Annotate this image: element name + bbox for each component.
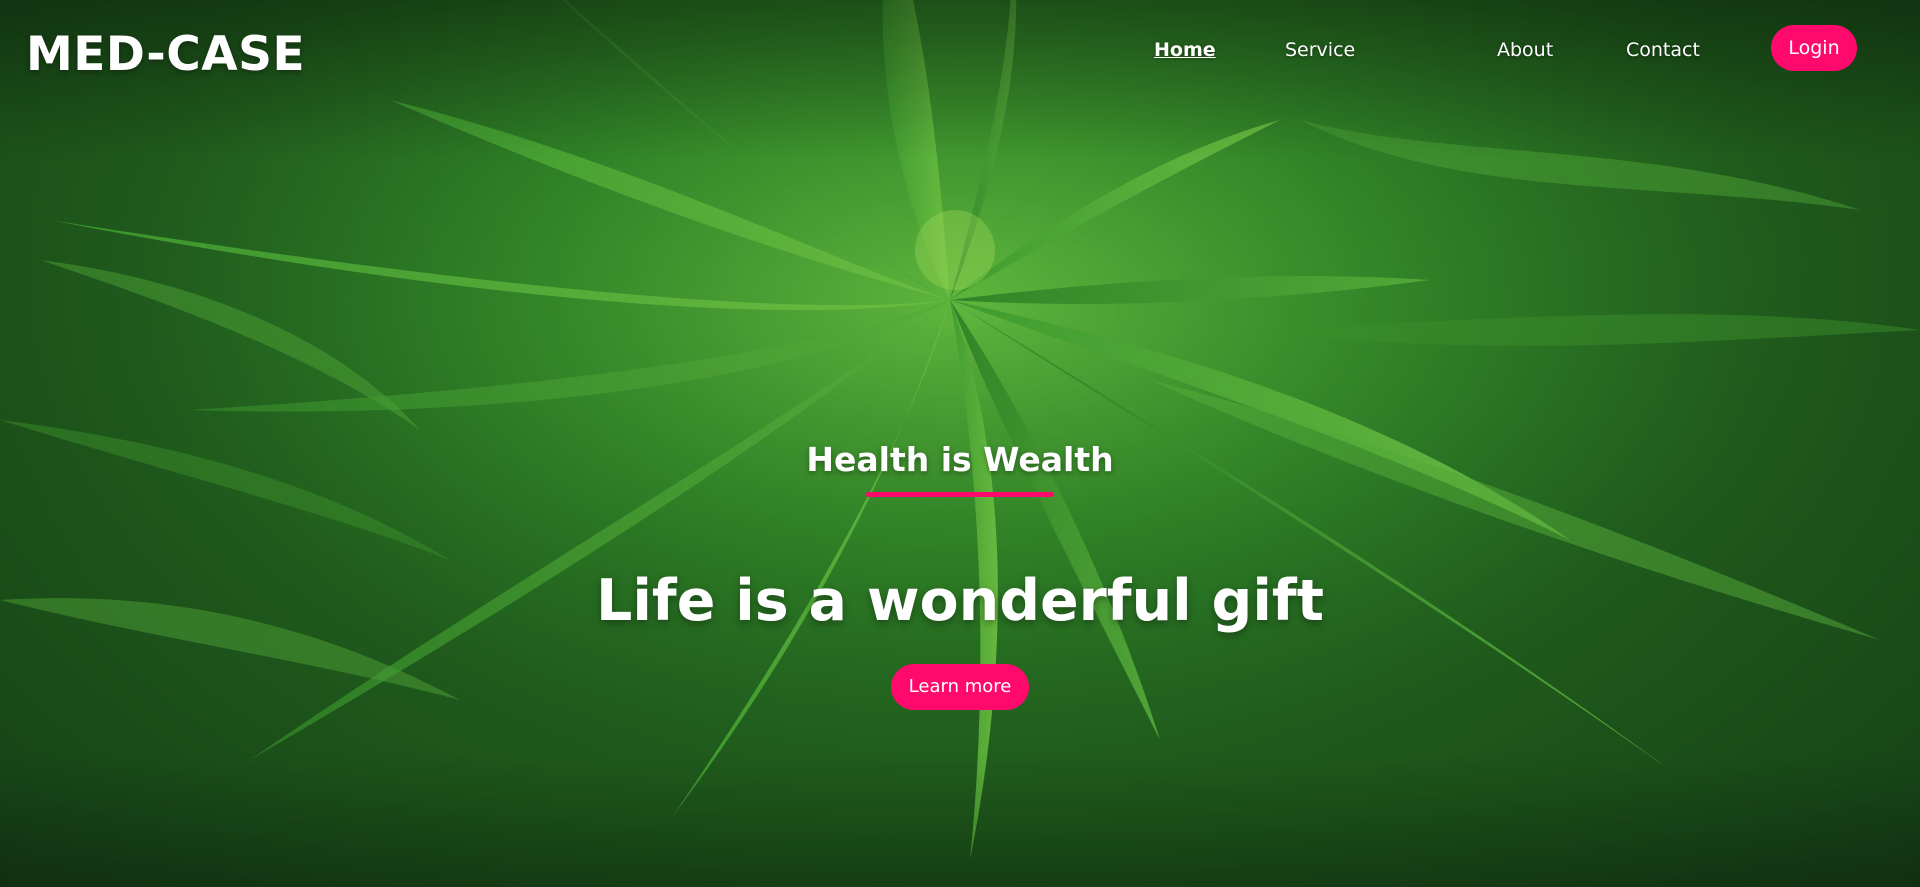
tagline-underline-divider: [866, 492, 1054, 497]
hero-headline: Life is a wonderful gift: [596, 568, 1324, 634]
nav-link-service[interactable]: Service: [1285, 38, 1355, 62]
learn-more-button[interactable]: Learn more: [891, 664, 1029, 710]
top-navbar: MED-CASE Home Service About Contact Logi…: [0, 0, 1920, 100]
hero-section: MED-CASE Home Service About Contact Logi…: [0, 0, 1920, 887]
login-button[interactable]: Login: [1771, 25, 1857, 71]
nav-link-about[interactable]: About: [1497, 38, 1553, 62]
hero-tagline: Health is Wealth: [806, 440, 1114, 479]
nav-link-home[interactable]: Home: [1154, 38, 1216, 62]
brand-logo[interactable]: MED-CASE: [26, 26, 305, 84]
nav-link-contact[interactable]: Contact: [1626, 38, 1700, 62]
